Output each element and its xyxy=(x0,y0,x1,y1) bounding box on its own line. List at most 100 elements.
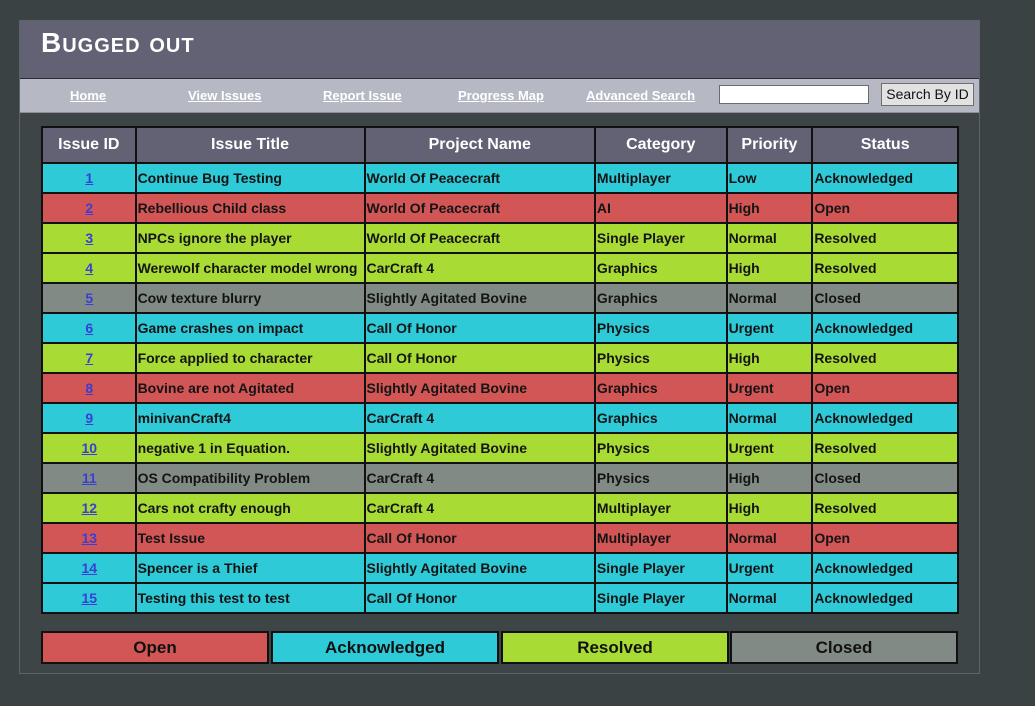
project-name-cell: Slightly Agitated Bovine xyxy=(363,282,596,314)
issue-id-link[interactable]: 6 xyxy=(85,320,93,336)
status-cell: Closed xyxy=(811,462,959,494)
search-id-input[interactable] xyxy=(719,85,869,104)
priority-cell: High xyxy=(725,492,814,524)
status-cell: Resolved xyxy=(811,222,959,254)
nav-report-issue-link[interactable]: Report Issue xyxy=(323,88,402,103)
status-cell: Acknowledged xyxy=(811,402,959,434)
issue-id-link[interactable]: 2 xyxy=(85,200,93,216)
search-by-id-button[interactable]: Search By ID xyxy=(881,83,974,106)
issue-id-cell: 4 xyxy=(41,252,137,284)
issue-title-cell: Force applied to character xyxy=(134,342,366,374)
table-row: 15 Testing this test to test Call Of Honor… xyxy=(41,582,959,614)
issue-id-link[interactable]: 15 xyxy=(81,590,97,606)
issue-id-cell: 8 xyxy=(41,372,137,404)
table-row: 8 Bovine are not Agitated Slightly Agitate… xyxy=(41,372,959,404)
project-name-cell: Call Of Honor xyxy=(363,342,596,374)
priority-cell: High xyxy=(725,252,814,284)
column-header-priority: Priority xyxy=(725,126,814,164)
status-cell: Acknowledged xyxy=(811,582,959,614)
issue-id-link[interactable]: 11 xyxy=(82,470,97,486)
issue-title-cell: Testing this test to test xyxy=(134,582,366,614)
table-row: 1 Continue Bug Testing World Of Peacecraft… xyxy=(41,162,959,194)
issues-table: Issue ID Issue Title Project Name Catego… xyxy=(41,126,959,614)
table-row: 14 Spencer is a Thief Slightly Agitated Bo… xyxy=(41,552,959,584)
issue-id-cell: 13 xyxy=(41,522,137,554)
legend-closed: Closed xyxy=(730,631,958,664)
issue-title-cell: Werewolf character model wrong xyxy=(134,252,366,284)
priority-cell: Normal xyxy=(725,522,814,554)
project-name-cell: CarCraft 4 xyxy=(363,252,596,284)
issue-id-link[interactable]: 7 xyxy=(85,350,93,366)
issue-id-link[interactable]: 8 xyxy=(85,380,93,396)
issue-id-cell: 7 xyxy=(41,342,137,374)
project-name-cell: CarCraft 4 xyxy=(363,402,596,434)
project-name-cell: CarCraft 4 xyxy=(363,492,596,524)
column-header-project-name: Project Name xyxy=(363,126,596,164)
issue-id-link[interactable]: 5 xyxy=(85,290,93,306)
category-cell: Graphics xyxy=(593,372,728,404)
issue-id-link[interactable]: 12 xyxy=(81,500,97,516)
project-name-cell: CarCraft 4 xyxy=(363,462,596,494)
page-container: Bugged out Home View Issues Report Issue… xyxy=(19,20,980,674)
project-name-cell: World Of Peacecraft xyxy=(363,222,596,254)
issue-title-cell: Rebellious Child class xyxy=(134,192,366,224)
issue-title-cell: Test Issue xyxy=(134,522,366,554)
issue-title-cell: OS Compatibility Problem xyxy=(134,462,366,494)
legend-open: Open xyxy=(41,631,269,664)
issue-id-link[interactable]: 10 xyxy=(81,440,97,456)
table-row: 13 Test Issue Call Of Honor Multiplayer Norm… xyxy=(41,522,959,554)
nav-home-link[interactable]: Home xyxy=(70,88,106,103)
project-name-cell: World Of Peacecraft xyxy=(363,162,596,194)
issue-id-cell: 14 xyxy=(41,552,137,584)
table-row: 2 Rebellious Child class World Of Peacecra… xyxy=(41,192,959,224)
status-cell: Resolved xyxy=(811,342,959,374)
project-name-cell: Call Of Honor xyxy=(363,522,596,554)
category-cell: Graphics xyxy=(593,402,728,434)
category-cell: Physics xyxy=(593,462,728,494)
issue-title-cell: Spencer is a Thief xyxy=(134,552,366,584)
issue-id-link[interactable]: 3 xyxy=(85,230,93,246)
issue-id-link[interactable]: 13 xyxy=(81,530,97,546)
issue-title-cell: Bovine are not Agitated xyxy=(134,372,366,404)
issue-title-cell: Game crashes on impact xyxy=(134,312,366,344)
legend-resolved: Resolved xyxy=(501,631,729,664)
nav-view-issues-link[interactable]: View Issues xyxy=(188,88,261,103)
project-name-cell: Call Of Honor xyxy=(363,582,596,614)
category-cell: Physics xyxy=(593,312,728,344)
issue-id-link[interactable]: 14 xyxy=(81,560,97,576)
nav-advanced-search-link[interactable]: Advanced Search xyxy=(586,88,695,103)
priority-cell: High xyxy=(725,342,814,374)
issue-id-link[interactable]: 9 xyxy=(85,410,93,426)
table-header-row: Issue ID Issue Title Project Name Catego… xyxy=(41,126,959,164)
issue-title-cell: negative 1 in Equation. xyxy=(134,432,366,464)
priority-cell: Normal xyxy=(725,402,814,434)
issue-id-cell: 10 xyxy=(41,432,137,464)
project-name-cell: Slightly Agitated Bovine xyxy=(363,372,596,404)
column-header-issue-id: Issue ID xyxy=(41,126,137,164)
column-header-category: Category xyxy=(593,126,728,164)
table-row: 4 Werewolf character model wrong CarCraft … xyxy=(41,252,959,284)
priority-cell: Urgent xyxy=(725,372,814,404)
nav-progress-map-link[interactable]: Progress Map xyxy=(458,88,544,103)
status-cell: Acknowledged xyxy=(811,162,959,194)
issue-id-cell: 2 xyxy=(41,192,137,224)
priority-cell: Normal xyxy=(725,582,814,614)
issue-id-cell: 12 xyxy=(41,492,137,524)
status-cell: Open xyxy=(811,522,959,554)
category-cell: Graphics xyxy=(593,252,728,284)
header: Bugged out xyxy=(20,21,979,79)
category-cell: Multiplayer xyxy=(593,522,728,554)
issue-id-link[interactable]: 1 xyxy=(85,170,93,186)
table-row: 5 Cow texture blurry Slightly Agitated Bov… xyxy=(41,282,959,314)
issue-title-cell: Cars not crafty enough xyxy=(134,492,366,524)
issue-id-cell: 3 xyxy=(41,222,137,254)
column-header-issue-title: Issue Title xyxy=(134,126,366,164)
issue-id-link[interactable]: 4 xyxy=(85,260,93,276)
table-row: 11 OS Compatibility Problem CarCraft 4 Phys… xyxy=(41,462,959,494)
issue-id-cell: 1 xyxy=(41,162,137,194)
issue-id-cell: 5 xyxy=(41,282,137,314)
status-cell: Resolved xyxy=(811,432,959,464)
table-row: 7 Force applied to character Call Of Honor… xyxy=(41,342,959,374)
category-cell: Single Player xyxy=(593,552,728,584)
category-cell: AI xyxy=(593,192,728,224)
